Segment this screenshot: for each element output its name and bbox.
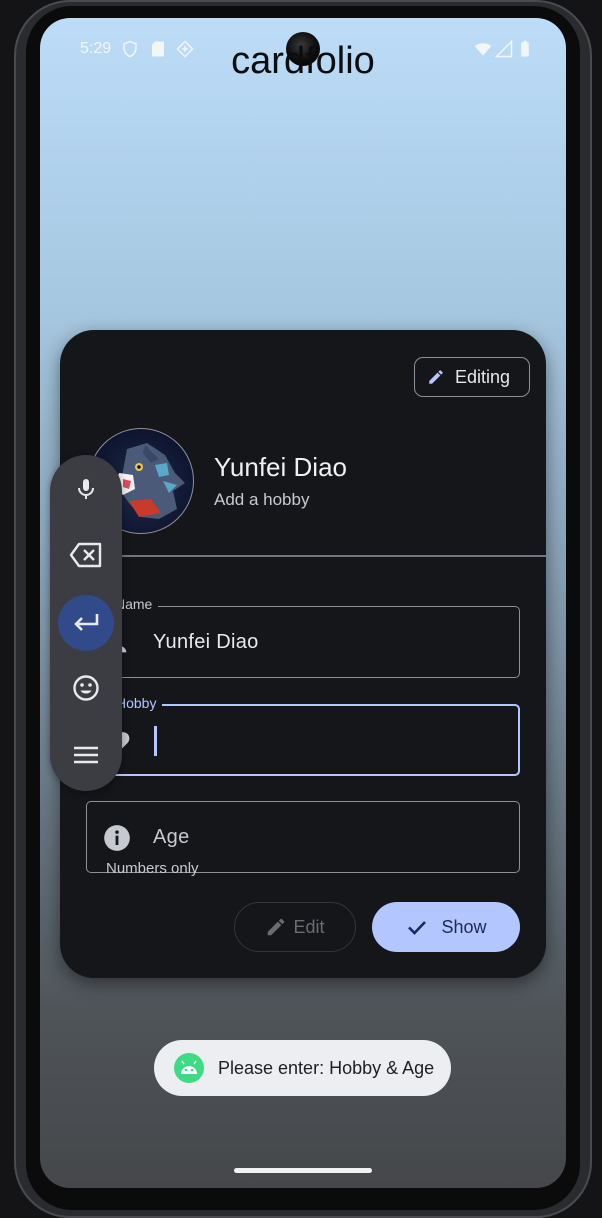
voice-input-button[interactable] xyxy=(58,461,114,517)
backspace-button[interactable] xyxy=(58,527,114,583)
show-button-label: Show xyxy=(441,916,487,937)
enter-icon xyxy=(74,614,99,631)
name-field-value: Yunfei Diao xyxy=(153,631,259,653)
device-frame: 5:29 cardfolio Editing Yunfei Diao Add a… xyxy=(0,0,602,1218)
enter-button[interactable] xyxy=(58,595,114,651)
checkmark-icon xyxy=(408,921,427,935)
toast-message: Please enter: Hobby & Age xyxy=(154,1040,451,1096)
pencil-icon xyxy=(268,918,285,936)
age-field-placeholder: Age xyxy=(153,826,190,848)
age-supporting-text: Numbers only xyxy=(106,860,199,877)
app-screen: 5:29 cardfolio Editing Yunfei Diao Add a… xyxy=(40,18,566,1188)
editing-chip-label: Editing xyxy=(455,366,511,387)
home-indicator[interactable] xyxy=(234,1168,372,1173)
hobby-field[interactable]: Hobby xyxy=(86,695,520,776)
backspace-icon xyxy=(69,542,102,568)
profile-card: Editing Yunfei Diao Add a hobby Name Yun… xyxy=(60,330,546,978)
toast-text: Please enter: Hobby & Age xyxy=(218,1057,435,1078)
mic-icon xyxy=(78,479,94,499)
info-icon xyxy=(104,825,130,851)
app-title: cardfolio xyxy=(231,40,375,82)
text-caret xyxy=(154,726,157,756)
name-field[interactable]: Name Yunfei Diao xyxy=(86,596,520,678)
edit-button[interactable]: Edit xyxy=(234,902,356,952)
editing-mode-chip[interactable]: Editing xyxy=(414,357,530,397)
edit-button-label: Edit xyxy=(293,916,325,937)
pencil-icon xyxy=(429,370,443,384)
android-icon xyxy=(174,1053,204,1083)
profile-hobby: Add a hobby xyxy=(214,490,310,509)
show-button[interactable]: Show xyxy=(372,902,520,952)
emoji-button[interactable] xyxy=(58,660,114,716)
menu-icon xyxy=(74,746,98,764)
keyboard-floating-toolbar xyxy=(50,455,122,791)
emoji-icon xyxy=(73,675,99,701)
divider xyxy=(60,555,546,557)
profile-name: Yunfei Diao xyxy=(214,452,347,482)
menu-button[interactable] xyxy=(58,727,114,783)
